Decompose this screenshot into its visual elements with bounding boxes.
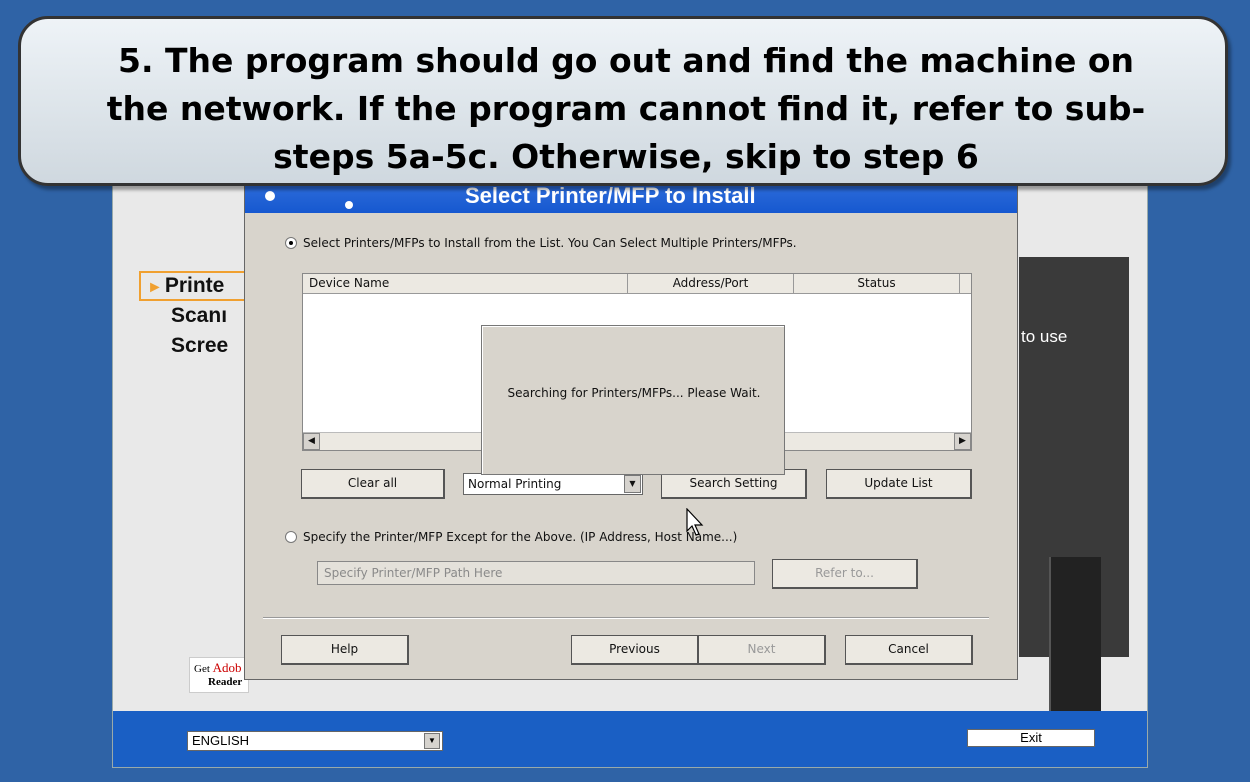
printer-path-field[interactable]: Specify Printer/MFP Path Here <box>317 561 755 585</box>
scroll-right-icon[interactable]: ▶ <box>954 433 971 450</box>
bottom-bar: ENGLISH ▼ Exit <box>113 711 1147 767</box>
column-device-name[interactable]: Device Name <box>303 274 628 293</box>
side-item-label: Scree <box>171 334 229 357</box>
searching-popup: Searching for Printers/MFPs... Please Wa… <box>481 325 785 475</box>
cancel-button[interactable]: Cancel <box>845 635 973 665</box>
language-value: ENGLISH <box>192 733 250 748</box>
option-list-label: Select Printers/MFPs to Install from the… <box>303 236 797 250</box>
decorative-dot-icon <box>265 191 275 201</box>
decorative-dot-icon <box>345 201 353 209</box>
instruction-line-1: 5. The program should go out and find th… <box>117 41 1135 80</box>
printing-mode-select[interactable]: Normal Printing ▼ <box>463 473 643 495</box>
column-status[interactable]: Status <box>794 274 960 293</box>
adobe-reader-badge: Get Adob Reader <box>189 657 249 693</box>
mouse-pointer-icon <box>686 508 704 536</box>
side-menu: ►Printe Scanı Scree <box>139 271 259 361</box>
badge-brand: Adob <box>212 660 242 675</box>
scroll-left-icon[interactable]: ◀ <box>303 433 320 450</box>
chevron-down-icon[interactable]: ▼ <box>424 733 440 749</box>
help-button[interactable]: Help <box>281 635 409 665</box>
radio-specify-printer[interactable] <box>285 531 297 543</box>
side-item-screen[interactable]: Scree <box>139 331 259 361</box>
badge-get: Get <box>194 663 210 675</box>
instruction-text: 5. The program should go out and find th… <box>21 37 1231 181</box>
play-arrow-icon: ► <box>147 279 163 296</box>
side-item-scanner[interactable]: Scanı <box>139 301 259 331</box>
divider <box>263 617 989 619</box>
next-button[interactable]: Next <box>698 635 826 665</box>
refer-to-button[interactable]: Refer to... <box>772 559 918 589</box>
language-select[interactable]: ENGLISH ▼ <box>187 731 443 751</box>
dialog-title: Select Printer/MFP to Install <box>465 183 756 208</box>
chevron-down-icon[interactable]: ▼ <box>624 475 641 493</box>
previous-button[interactable]: Previous <box>571 635 699 665</box>
column-address-port[interactable]: Address/Port <box>628 274 794 293</box>
side-item-printer[interactable]: ►Printe <box>139 271 259 301</box>
select-printer-dialog: Select Printer/MFP to Install Select Pri… <box>244 160 1018 680</box>
printing-mode-value: Normal Printing <box>468 477 562 491</box>
exit-button[interactable]: Exit <box>967 729 1095 747</box>
badge-reader: Reader <box>208 676 243 688</box>
side-item-label: Scanı <box>171 304 228 327</box>
searching-message: Searching for Printers/MFPs... Please Wa… <box>507 386 761 400</box>
side-item-label: Printe <box>164 274 225 297</box>
right-info-panel: to use <box>1019 257 1129 757</box>
radio-select-from-list[interactable] <box>285 237 297 249</box>
update-list-button[interactable]: Update List <box>826 469 972 499</box>
option-specify-label: Specify the Printer/MFP Except for the A… <box>303 530 738 544</box>
instruction-line-2: the network. If the program cannot find … <box>106 89 1146 128</box>
instruction-callout: 5. The program should go out and find th… <box>18 16 1228 186</box>
clear-all-button[interactable]: Clear all <box>301 469 445 499</box>
instruction-line-3: steps 5a-5c. Otherwise, skip to step 6 <box>273 137 979 176</box>
list-header: Device Name Address/Port Status <box>303 274 971 294</box>
info-text: to use <box>1021 327 1068 346</box>
